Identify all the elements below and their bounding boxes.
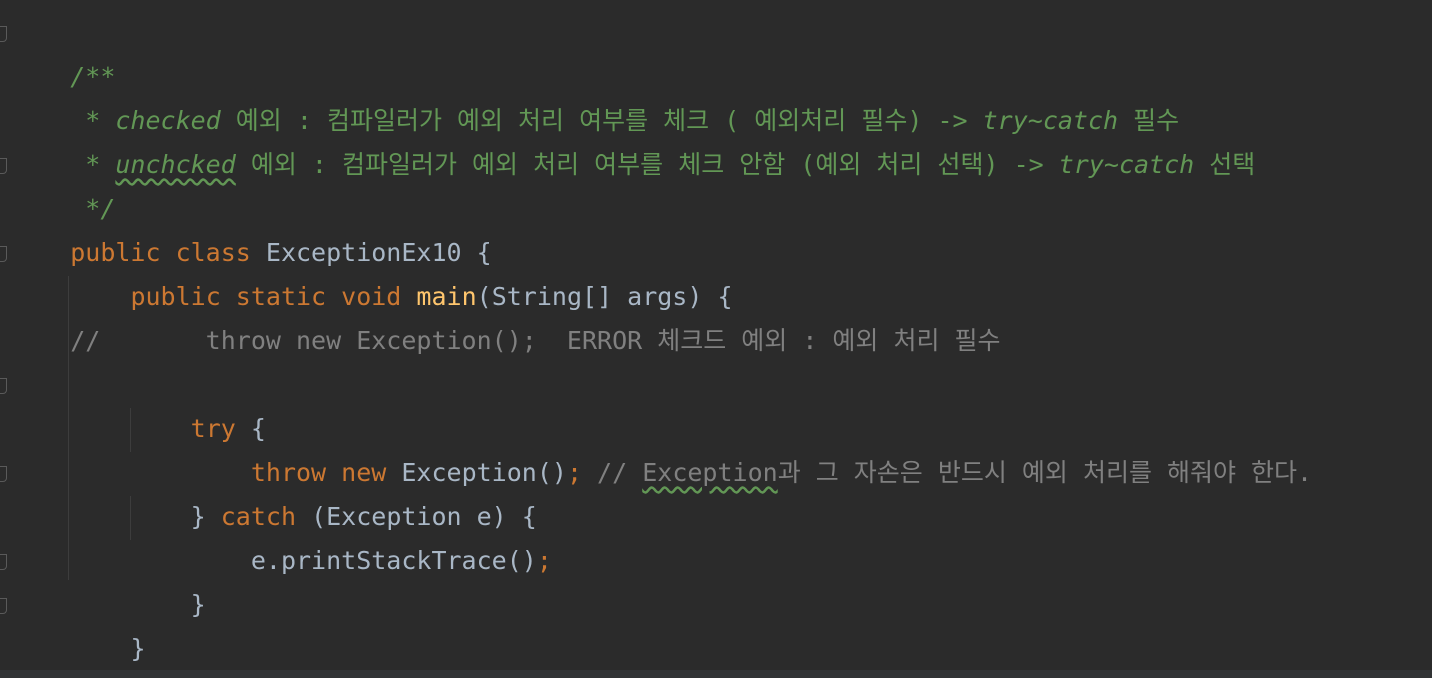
doc-text: 예외 : 컴파일러가 예외 처리 여부를 체크 안함 (예외 처리 선택) ->	[235, 150, 1059, 179]
fold-marker-icon[interactable]	[0, 246, 7, 262]
doc-try-catch: try~catch	[1058, 150, 1195, 179]
code-line-main-decl[interactable]: public static void main(String[] args) {	[10, 231, 732, 311]
close-brace: }	[130, 634, 146, 663]
fold-marker-icon[interactable]	[0, 26, 7, 42]
line-comment: // throw new Exception(); ERROR 체크드 예외 :…	[70, 326, 1001, 355]
code-line-close-class[interactable]: }	[10, 627, 85, 671]
doc-term-unchcked: unchcked	[115, 150, 236, 179]
doc-text-end: 선택	[1194, 150, 1256, 179]
inline-comment-word: Exception	[642, 458, 778, 487]
code-line-commented[interactable]: // throw new Exception(); ERROR 체크드 예외 :…	[10, 275, 1000, 355]
code-line-doc-open[interactable]: /**	[10, 11, 115, 91]
fold-marker-icon[interactable]	[0, 598, 7, 614]
code-line-doc-close[interactable]: */	[10, 143, 115, 223]
fold-marker-icon[interactable]	[0, 554, 7, 570]
inline-comment-prefix: //	[582, 458, 643, 487]
semicolon: ;	[536, 546, 552, 575]
code-line-close-try[interactable]: }	[10, 539, 206, 619]
code-line-close-main[interactable]: }	[10, 583, 145, 663]
code-line-try[interactable]: try {	[10, 363, 266, 443]
code-editor[interactable]: /** * checked 예외 : 컴파일러가 예외 처리 여부를 체크 ( …	[0, 0, 1432, 678]
print-stack-call: e.printStackTrace()	[250, 546, 537, 575]
inline-comment-text: 과 그 자손은 반드시 예외 처리를 해줘야 한다.	[777, 458, 1313, 487]
code-line-catch[interactable]: } catch (Exception e) {	[10, 451, 537, 531]
close-brace: }	[190, 590, 206, 619]
fold-marker-icon[interactable]	[0, 158, 7, 174]
code-line-doc-unchecked[interactable]: * unchcked 예외 : 컴파일러가 예외 처리 여부를 체크 안함 (예…	[10, 99, 1255, 179]
code-line-throw[interactable]: throw new Exception(); // Exception과 그 자…	[10, 407, 1312, 487]
code-line-print-stack[interactable]: e.printStackTrace();	[10, 495, 552, 575]
fold-marker-icon[interactable]	[0, 378, 7, 394]
fold-marker-icon[interactable]	[0, 466, 7, 482]
bottom-scroll-area[interactable]	[0, 670, 1432, 678]
code-line-class-decl[interactable]: public class ExceptionEx10 {	[10, 187, 491, 267]
code-line-doc-checked[interactable]: * checked 예외 : 컴파일러가 예외 처리 여부를 체크 ( 예외처리…	[10, 55, 1179, 135]
semicolon: ;	[566, 458, 582, 487]
